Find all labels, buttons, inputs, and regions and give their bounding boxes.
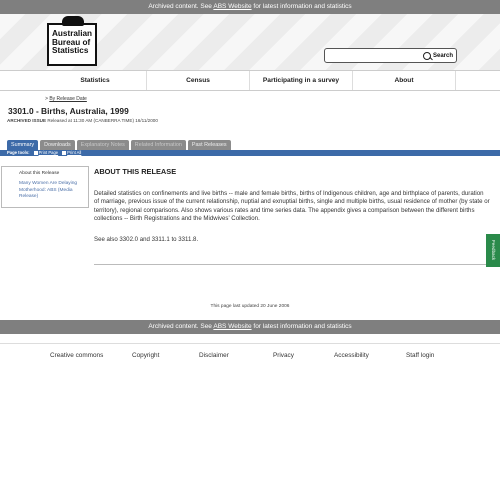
page-title: 3301.0 - Births, Australia, 1999 <box>8 106 129 116</box>
search-icon <box>422 51 431 60</box>
sidebar-heading: About this Release <box>19 171 60 176</box>
abs-logo[interactable]: Australian Bureau of Statistics <box>47 16 97 66</box>
archived-issue-line: ARCHIVED ISSUE Released at 11:30 AM (CAN… <box>7 118 158 123</box>
nav-item-about[interactable]: About <box>353 71 456 90</box>
abs-website-link[interactable]: ABS Website <box>213 3 251 10</box>
tab-summary[interactable]: Summary <box>7 140 39 150</box>
banner-prefix: Archived content. See <box>148 3 212 10</box>
pdf-icon <box>62 151 67 155</box>
footer-link-copyright[interactable]: Copyright <box>132 352 159 359</box>
last-updated: This page last updated 20 June 2006 <box>210 304 290 309</box>
footer-link-accessibility[interactable]: Accessibility <box>334 352 369 359</box>
content-divider <box>94 264 486 265</box>
content-paragraph-2: See also 3302.0 and 3311.1 to 3311.8. <box>94 235 199 243</box>
breadcrumb-link[interactable]: By Release Date <box>49 96 87 102</box>
tab-downloads[interactable]: Downloads <box>40 140 75 150</box>
breadcrumb: > By Release Date <box>45 96 87 102</box>
search-button[interactable]: Search <box>422 50 453 61</box>
footer-links: Creative commons Copyright Disclaimer Pr… <box>0 352 500 364</box>
footer-band <box>0 334 500 344</box>
banner-suffix: for latest information and statistics <box>253 323 352 330</box>
archived-banner-top: Archived content. See ABS Website for la… <box>0 0 500 14</box>
search-input[interactable]: Search <box>324 48 457 63</box>
print-icon <box>33 151 38 155</box>
footer-link-privacy[interactable]: Privacy <box>273 352 294 359</box>
logo-line-3: Statistics <box>52 46 89 56</box>
tab-bar: Summary Downloads Explanatory Notes Rela… <box>7 140 231 150</box>
sidebar-panel: About this Release Many Women Are Delayi… <box>1 166 89 208</box>
search-button-label: Search <box>432 52 453 59</box>
banner-prefix: Archived content. See <box>148 323 212 330</box>
content-heading: ABOUT THIS RELEASE <box>94 167 177 176</box>
print-page-tool[interactable]: Print Page <box>33 150 59 156</box>
tab-related-information[interactable]: Related Information <box>130 140 186 150</box>
print-page-link[interactable]: Print Page <box>39 150 59 156</box>
archived-banner-bottom: Archived content. See ABS Website for la… <box>0 320 500 334</box>
footer-link-creative-commons[interactable]: Creative commons <box>50 352 103 359</box>
nav-item-statistics[interactable]: Statistics <box>44 71 147 90</box>
tab-explanatory-notes[interactable]: Explanatory Notes <box>76 140 129 150</box>
tab-past-releases[interactable]: Past Releases <box>187 140 231 150</box>
site-header: Australian Bureau of Statistics Search <box>0 14 500 70</box>
page-tools-bar: Page tools: Print Page Print All <box>0 150 500 156</box>
content-paragraph-1: Detailed statistics on confinements and … <box>94 190 490 223</box>
logo-text: Australian Bureau of Statistics <box>52 29 92 56</box>
main-content: ABOUT THIS RELEASE Detailed statistics o… <box>94 167 490 244</box>
nav-item-census[interactable]: Census <box>147 71 250 90</box>
coat-of-arms-icon <box>62 16 84 26</box>
media-release-link[interactable]: Many Women Are Delaying Motherhood: ABS … <box>2 176 82 201</box>
feedback-button[interactable]: Feedback <box>486 234 500 267</box>
print-all-link[interactable]: Print All <box>67 150 81 156</box>
release-time: Released at 11:30 AM (CANBERRA TIME) 16/… <box>47 118 158 123</box>
footer-link-disclaimer[interactable]: Disclaimer <box>199 352 229 359</box>
footer-link-staff-login[interactable]: Staff login <box>406 352 434 359</box>
main-nav: Statistics Census Participating in a sur… <box>0 70 500 91</box>
print-all-tool[interactable]: Print All <box>62 150 81 156</box>
breadcrumb-marker: > <box>45 96 48 102</box>
banner-suffix: for latest information and statistics <box>253 3 352 10</box>
abs-website-link[interactable]: ABS Website <box>213 323 251 330</box>
page-tools-label: Page tools: <box>7 150 30 155</box>
nav-item-participating[interactable]: Participating in a survey <box>250 71 353 90</box>
archived-issue-label: ARCHIVED ISSUE <box>7 118 47 123</box>
